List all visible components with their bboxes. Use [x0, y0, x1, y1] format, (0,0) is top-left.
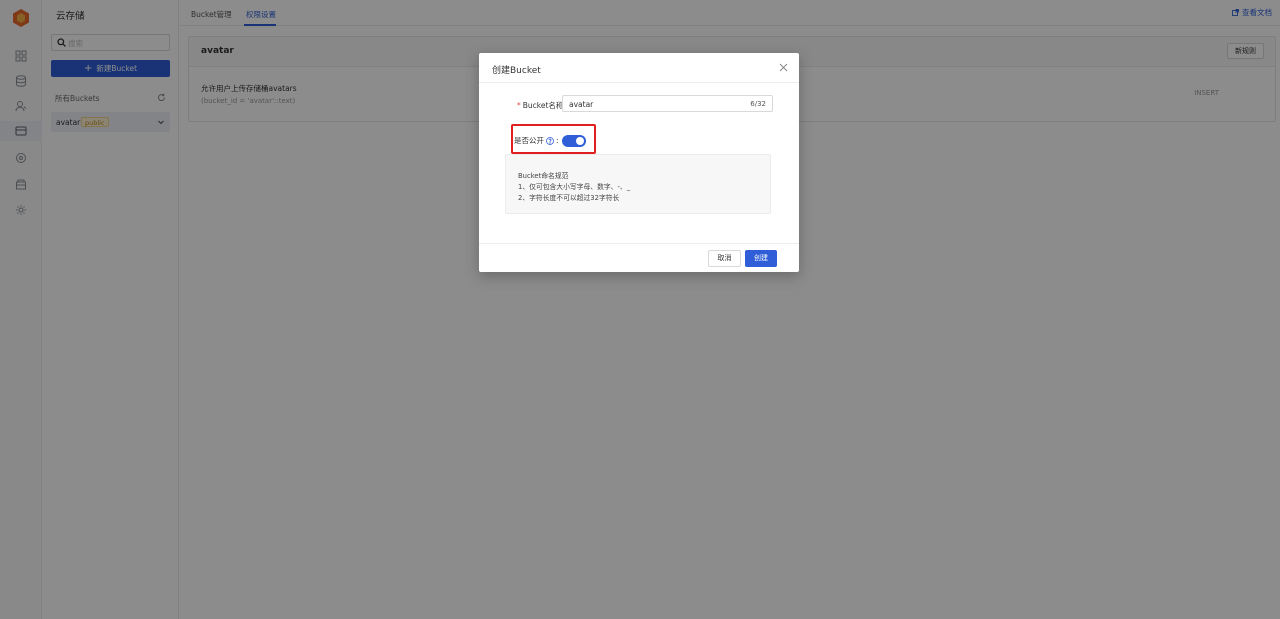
help-icon[interactable]	[546, 136, 554, 145]
bucket-name-input[interactable]: avatar 6/32	[562, 95, 773, 112]
hint-title: Bucket命名规范	[518, 172, 569, 180]
cancel-button[interactable]: 取消	[708, 250, 741, 267]
close-icon[interactable]	[779, 63, 788, 72]
create-bucket-dialog: 创建Bucket * Bucket名称: avatar 6/32 是否公开 : B…	[479, 53, 799, 272]
hint-line-2: 2、字符长度不可以超过32字符长	[518, 194, 620, 202]
required-mark: *	[517, 101, 521, 110]
create-button[interactable]: 创建	[745, 250, 777, 267]
naming-hint-box: Bucket命名规范 1、仅可包含大小写字母、数字、-、_ 2、字符长度不可以超…	[505, 154, 771, 214]
public-label: 是否公开 :	[514, 136, 559, 145]
bucket-name-label: * Bucket名称:	[517, 101, 566, 110]
dialog-footer-divider	[479, 243, 799, 244]
dialog-title: 创建Bucket	[492, 66, 541, 76]
hint-line-1: 1、仅可包含大小写字母、数字、-、_	[518, 183, 631, 191]
public-toggle[interactable]	[562, 135, 586, 147]
toggle-knob	[576, 137, 584, 145]
dialog-header: 创建Bucket	[479, 53, 799, 83]
bucket-name-value: avatar	[569, 100, 594, 109]
char-counter: 6/32	[750, 100, 766, 108]
